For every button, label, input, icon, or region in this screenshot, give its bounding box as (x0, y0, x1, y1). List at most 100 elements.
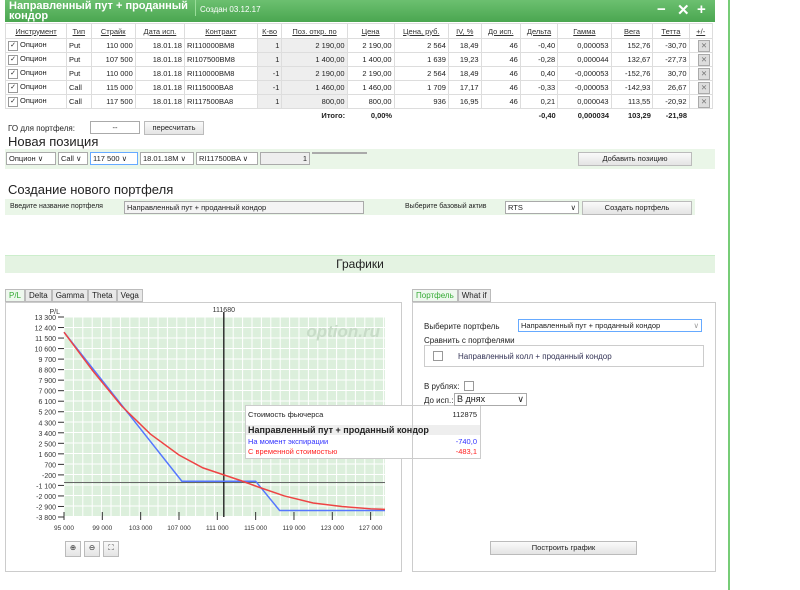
cell: 18.01.18 (134, 80, 185, 95)
total-total_delta: -0,40 (538, 111, 556, 120)
table-row: ✓ Опцион Call 115 000 18.01.18 RI115000BA8 -1 1… (5, 80, 714, 95)
cell[interactable]: 1 (256, 38, 283, 53)
portfolio-select[interactable]: Направленный пут + проданный кондор ∨ (518, 319, 702, 332)
column-header[interactable]: Дельта (519, 23, 559, 39)
rub-checkbox[interactable] (464, 381, 474, 391)
add-icon[interactable]: + (697, 1, 706, 18)
column-header[interactable]: Гамма (557, 23, 612, 39)
column-header[interactable]: Поз. откр. по (281, 23, 348, 39)
row-checkbox[interactable]: ✓ (8, 82, 18, 93)
cell: RI107500BM8 (183, 52, 258, 67)
column-header[interactable]: Цена, руб. (393, 23, 449, 39)
column-header[interactable]: Цена (346, 23, 395, 39)
cell-text: 18.01.18 (152, 55, 182, 64)
y-axis-label: P/L (49, 309, 60, 316)
strike-select[interactable]: 117 500 ∨ (90, 152, 138, 165)
recalc-button[interactable]: пересчитать (144, 121, 204, 135)
column-header[interactable]: IV, % (447, 23, 482, 39)
cell-text: -0,28 (538, 55, 556, 64)
cell-text: 2 564 (427, 41, 446, 50)
asset-select[interactable]: RTS ∨ (505, 201, 579, 214)
zoom-out-icon[interactable]: ⊖ (84, 541, 100, 557)
cell-text: Call (69, 97, 82, 106)
exp-select[interactable]: В днях ∨ (454, 393, 527, 406)
compare-checkbox[interactable] (433, 351, 443, 361)
cell-text: 2 190,00 (362, 41, 392, 50)
cell-text: 30,70 (667, 69, 687, 78)
contract-select[interactable]: RI117500BA ∨ (196, 152, 258, 165)
add-position-button[interactable]: Добавить позицию (578, 152, 692, 166)
column-header[interactable]: Тип (66, 23, 92, 39)
x-tick-label: 111 000 (206, 525, 229, 532)
row-checkbox[interactable]: ✓ (8, 96, 18, 107)
cell-text: 113,55 (628, 97, 651, 106)
qty-input[interactable]: 1 (260, 152, 310, 165)
spot-marker-label: 111680 (213, 307, 235, 314)
cell: 18,49 (447, 38, 482, 53)
cell-text: -0,40 (538, 41, 556, 50)
y-tick-label: -3 800 (36, 515, 56, 522)
y-tick-label: 9 700 (38, 357, 56, 364)
tab-portfolio[interactable]: Портфель (412, 289, 458, 302)
x-tick-label: 115 000 (244, 525, 267, 532)
cell-text: 18.01.18 (152, 41, 182, 50)
cell: 46 (480, 94, 521, 109)
cell: -0,000053 (557, 66, 612, 81)
close-icon[interactable]: ✕ (677, 1, 690, 19)
zoom-fit-icon[interactable]: ⛶ (103, 541, 119, 557)
remove-row-icon[interactable]: ✕ (698, 53, 710, 66)
create-portfolio-button[interactable]: Создать портфель (582, 201, 692, 215)
price-input[interactable] (312, 152, 367, 154)
cell: 2 564 (393, 38, 449, 53)
cell[interactable]: 1 (256, 52, 283, 67)
remove-row-icon[interactable]: ✕ (698, 39, 710, 52)
minimize-icon[interactable]: − (657, 1, 666, 18)
portfolio-header: Направленный пут + проданный кондор Созд… (5, 0, 715, 22)
instrument-select[interactable]: Опцион ∨ (6, 152, 56, 165)
column-header[interactable]: Тетта (652, 23, 690, 39)
remove-row-icon[interactable]: ✕ (698, 67, 710, 80)
type-select[interactable]: Call ∨ (58, 152, 88, 165)
column-header[interactable]: До исп. (480, 23, 521, 39)
cell-text: Put (69, 69, 81, 78)
column-header[interactable]: Дата исп. (134, 23, 185, 39)
portfolio-name-input[interactable]: Направленный пут + проданный кондор (124, 201, 364, 214)
cell-text: 1 400,00 (362, 55, 392, 64)
column-header[interactable]: Страйк (90, 23, 136, 39)
row-checkbox[interactable]: ✓ (8, 68, 18, 79)
column-header[interactable]: Контракт (183, 23, 258, 39)
y-tick-label: 2 500 (38, 441, 56, 448)
cell-text: 1 (275, 41, 280, 50)
remove-row-icon[interactable]: ✕ (698, 81, 710, 94)
cell-text: Опцион (20, 82, 47, 92)
portfolio-title: Направленный пут + проданный кондор (9, 0, 188, 22)
column-header[interactable]: К-во (256, 23, 283, 39)
build-chart-button[interactable]: Построить график (490, 541, 637, 555)
date-select[interactable]: 18.01.18M ∨ (140, 152, 194, 165)
column-header[interactable]: Вега (610, 23, 654, 39)
column-header[interactable]: +/- (688, 23, 714, 39)
cell[interactable]: -1 (256, 66, 283, 81)
cell: 2 190,00 (346, 38, 395, 53)
cell[interactable]: -1 (256, 80, 283, 95)
cell-text: 800,00 (321, 97, 345, 106)
cell: 17,17 (447, 80, 482, 95)
cell[interactable]: 1 (256, 94, 283, 109)
cell-text: -152,76 (624, 69, 651, 78)
zoom-in-icon[interactable]: ⊕ (65, 541, 81, 557)
tab-what-if[interactable]: What if (457, 289, 491, 302)
y-tick-label: 4 300 (38, 420, 56, 427)
cell-text: Call (69, 83, 82, 92)
cell: RI117500BA8 (183, 94, 258, 109)
cell-text: 936 (433, 97, 446, 106)
column-header[interactable]: Инструмент (5, 23, 67, 39)
row-checkbox[interactable]: ✓ (8, 54, 18, 65)
table-row: ✓ Опцион Put 110 000 18.01.18 RI110000BM8 -1 2 … (5, 66, 714, 81)
remove-row-icon[interactable]: ✕ (698, 95, 710, 108)
compare-list: Направленный колл + проданный кондор (424, 345, 704, 367)
x-tick-label: 99 000 (92, 525, 112, 532)
row-checkbox[interactable]: ✓ (8, 40, 18, 51)
cell: ✕ (688, 80, 714, 95)
y-tick-label: 8 800 (38, 368, 56, 375)
side-tabs: Портфель What if (412, 289, 491, 302)
